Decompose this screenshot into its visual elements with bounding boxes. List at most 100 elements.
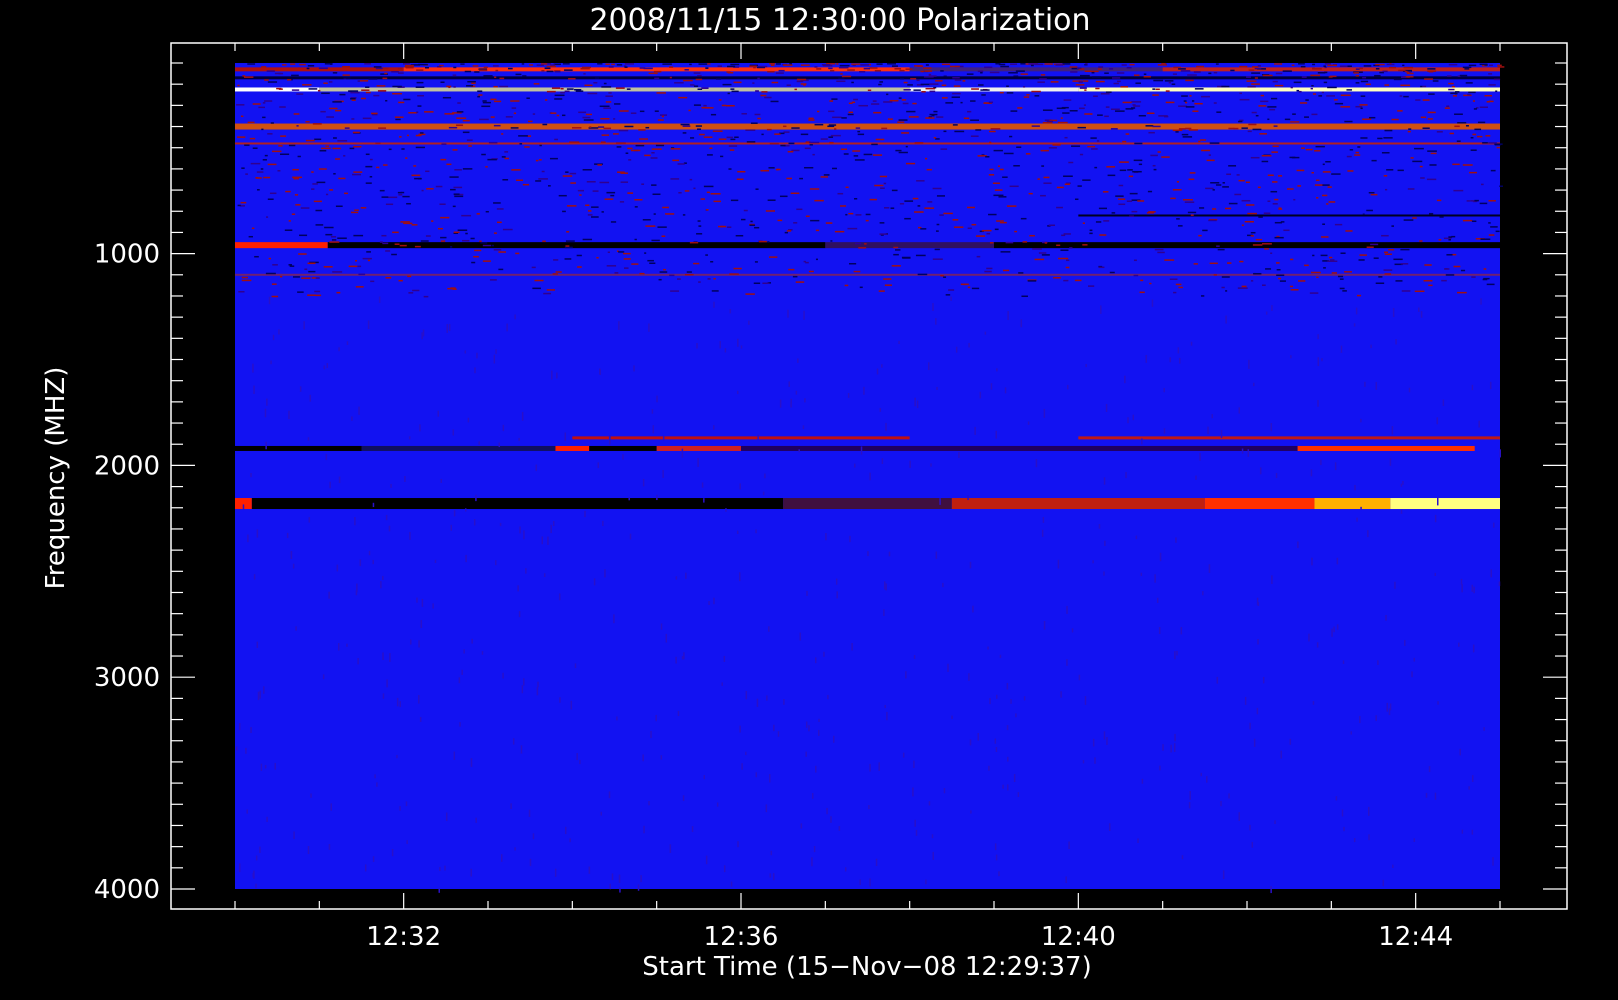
noise-pixel — [1259, 133, 1268, 135]
noise-pixel — [1355, 75, 1359, 77]
noise-pixel — [1157, 251, 1165, 254]
noise-pixel — [634, 199, 643, 201]
noise-pixel — [1112, 77, 1121, 79]
noise-pixel — [1096, 140, 1100, 142]
noise-pixel — [895, 249, 901, 251]
noise-pixel — [1041, 529, 1044, 537]
noise-pixel — [1492, 857, 1494, 866]
noise-pixel — [369, 158, 373, 161]
noise-pixel — [1247, 212, 1257, 215]
noise-pixel — [766, 128, 772, 131]
noise-pixel — [1471, 775, 1474, 782]
frequency-band — [1297, 445, 1475, 451]
noise-pixel — [519, 526, 521, 534]
noise-pixel — [1017, 792, 1020, 797]
noise-pixel — [1448, 239, 1451, 241]
noise-pixel — [559, 697, 561, 703]
noise-pixel — [797, 358, 799, 363]
noise-pixel — [504, 151, 509, 153]
noise-pixel — [569, 141, 580, 143]
noise-pixel — [1109, 271, 1115, 274]
noise-pixel — [585, 113, 592, 116]
noise-pixel — [682, 125, 691, 127]
noise-pixel — [1316, 276, 1319, 279]
noise-pixel — [656, 395, 658, 403]
noise-pixel — [769, 63, 776, 65]
noise-pixel — [412, 289, 420, 292]
noise-pixel — [1185, 79, 1194, 82]
noise-pixel — [406, 840, 408, 845]
noise-pixel — [1312, 68, 1322, 70]
noise-pixel — [1253, 382, 1255, 387]
noise-pixel — [682, 214, 686, 216]
noise-pixel — [886, 711, 888, 721]
noise-pixel — [814, 657, 817, 664]
noise-pixel — [1200, 139, 1207, 141]
noise-pixel — [1236, 174, 1240, 176]
noise-pixel — [1132, 170, 1142, 173]
noise-pixel — [1438, 239, 1442, 241]
noise-pixel — [307, 845, 310, 855]
noise-pixel — [1108, 823, 1111, 832]
noise-pixel — [995, 63, 1001, 65]
noise-pixel — [952, 77, 960, 79]
noise-pixel — [392, 92, 402, 95]
noise-pixel — [1176, 218, 1180, 220]
noise-pixel — [1239, 98, 1250, 101]
noise-pixel — [291, 74, 299, 77]
noise-pixel — [869, 763, 871, 772]
noise-pixel — [867, 551, 869, 557]
noise-pixel — [314, 290, 321, 293]
noise-pixel — [739, 725, 741, 733]
noise-pixel — [1452, 95, 1458, 97]
noise-pixel — [1460, 578, 1463, 585]
noise-pixel — [881, 458, 884, 464]
noise-pixel — [1248, 69, 1255, 71]
noise-pixel — [372, 559, 374, 565]
noise-pixel — [963, 283, 967, 286]
noise-pixel — [258, 106, 265, 109]
noise-pixel — [564, 246, 573, 249]
noise-pixel — [1239, 92, 1242, 95]
noise-pixel — [1013, 165, 1020, 167]
noise-pixel — [730, 199, 739, 202]
noise-pixel — [1178, 357, 1181, 364]
noise-pixel — [398, 194, 403, 196]
noise-pixel — [838, 826, 841, 831]
noise-pixel — [802, 425, 805, 430]
noise-pixel — [329, 63, 333, 65]
noise-pixel — [1183, 199, 1193, 201]
noise-pixel — [1148, 131, 1155, 134]
noise-pixel — [921, 90, 926, 93]
noise-pixel — [644, 252, 647, 254]
noise-pixel — [720, 155, 724, 158]
noise-pixel — [1175, 131, 1179, 133]
noise-pixel — [582, 116, 591, 119]
noise-pixel — [318, 67, 328, 70]
noise-pixel — [1079, 107, 1085, 110]
noise-pixel — [1091, 148, 1098, 150]
noise-pixel — [1060, 249, 1069, 251]
noise-pixel — [1206, 159, 1215, 162]
noise-pixel — [1459, 74, 1468, 77]
noise-pixel — [731, 90, 739, 93]
noise-pixel — [1395, 339, 1397, 345]
noise-pixel — [1276, 262, 1280, 264]
noise-pixel — [1175, 283, 1182, 286]
noise-pixel — [1244, 696, 1247, 705]
noise-pixel — [614, 272, 619, 274]
noise-pixel — [237, 136, 246, 138]
noise-pixel — [516, 179, 524, 182]
noise-pixel — [562, 114, 566, 117]
noise-pixel — [262, 102, 266, 104]
noise-pixel — [1190, 341, 1193, 346]
noise-pixel — [240, 201, 247, 204]
noise-pixel — [335, 205, 343, 208]
noise-pixel — [936, 230, 939, 232]
noise-pixel — [1262, 74, 1273, 77]
noise-pixel — [977, 732, 980, 741]
noise-pixel — [274, 762, 276, 770]
noise-pixel — [981, 94, 986, 96]
noise-pixel — [1434, 514, 1437, 523]
noise-pixel — [1425, 792, 1428, 798]
